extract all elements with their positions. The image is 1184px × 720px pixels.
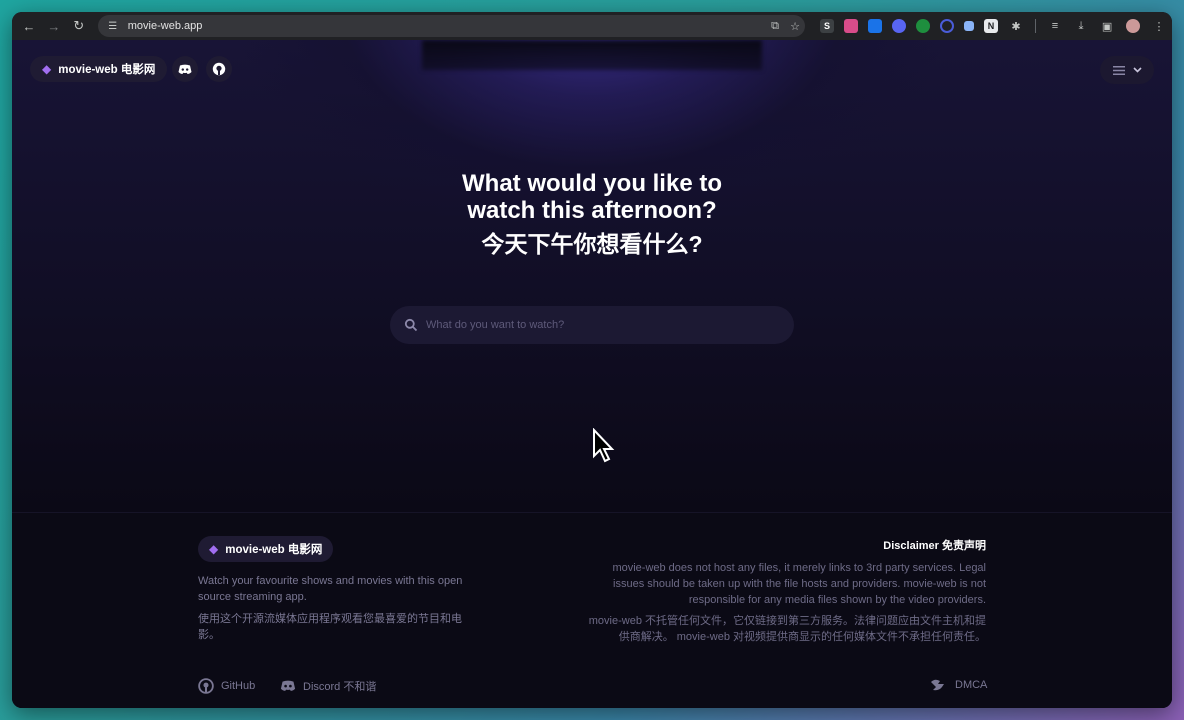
- disclaimer-zh: movie-web 不托管任何文件，它仅链接到第三方服务。法律问题应由文件主机和…: [588, 615, 986, 643]
- settings-menu-button[interactable]: [1100, 56, 1154, 84]
- footer-discord-label: Discord 不和谐: [303, 681, 377, 693]
- discord-button[interactable]: [172, 56, 198, 82]
- footer-brand-pill[interactable]: ◆ movie-web 电影网: [198, 536, 334, 562]
- extension-circle-icon[interactable]: [892, 19, 907, 33]
- toolbar-divider: [1035, 19, 1037, 33]
- disclaimer-en: movie-web does not host any files, it me…: [612, 562, 986, 606]
- back-arrow-icon: ←: [22, 18, 36, 34]
- hamburger-icon: [1112, 65, 1125, 75]
- footer: ◆ movie-web 电影网 Watch your favourite sho…: [12, 512, 1172, 708]
- mouse-cursor-icon: [593, 428, 615, 463]
- site-info-icon[interactable]: ☰: [106, 21, 120, 32]
- footer-discord-icon: [280, 680, 296, 691]
- logo-gem-icon: ◆: [42, 62, 52, 76]
- page: ◆ movie-web 电影网 What would you like to w…: [12, 40, 1172, 708]
- brand-label: movie-web 电影网: [58, 64, 156, 76]
- search-bar[interactable]: [390, 306, 794, 344]
- github-icon: [212, 62, 226, 76]
- footer-dmca-link[interactable]: DMCA: [930, 678, 987, 692]
- footer-github-label: GitHub: [221, 680, 256, 692]
- footer-github-icon: [198, 678, 214, 694]
- search-icon: [404, 318, 418, 332]
- extension-photo-icon[interactable]: [844, 19, 859, 33]
- address-url: movie-web.app: [127, 20, 203, 32]
- hero-title-zh: 今天下午你想看什么?: [481, 231, 703, 257]
- extension-green-icon[interactable]: [916, 19, 931, 33]
- side-panel-icon[interactable]: ▣: [1099, 20, 1115, 33]
- more-menu-icon[interactable]: ⋮: [1151, 20, 1167, 33]
- footer-discord-link[interactable]: Discord 不和谐: [280, 678, 376, 694]
- chevron-down-icon: [1132, 67, 1142, 73]
- footer-logo-gem-icon: ◆: [209, 542, 219, 556]
- forward-button[interactable]: →: [43, 15, 65, 37]
- extension-ring-icon[interactable]: [940, 19, 955, 33]
- footer-brand-label: movie-web 电影网: [225, 544, 323, 556]
- browser-toolbar: ← → ↻ ☰ movie-web.app ⧉ ☆ S N ✱ ≡ ⤓ ▣ ⋮: [12, 12, 1172, 40]
- reload-icon: ↻: [73, 18, 85, 33]
- hero-section: ◆ movie-web 电影网 What would you like to w…: [12, 40, 1172, 510]
- extension-badge-icon[interactable]: [964, 21, 975, 31]
- reload-button[interactable]: ↻: [68, 15, 90, 37]
- bookmark-star-icon[interactable]: ☆: [785, 20, 805, 33]
- footer-tagline-en: Watch your favourite shows and movies wi…: [198, 575, 463, 603]
- extensions-puzzle-icon[interactable]: ✱: [1008, 20, 1024, 33]
- address-bar[interactable]: ☰ movie-web.app ⧉ ☆: [97, 15, 806, 37]
- brand-logo-button[interactable]: ◆ movie-web 电影网: [30, 56, 168, 82]
- search-input[interactable]: [424, 318, 768, 332]
- dmca-icon: [931, 679, 944, 691]
- extension-s-icon[interactable]: S: [820, 19, 835, 33]
- profile-avatar[interactable]: [1126, 19, 1141, 33]
- disclaimer-title: Disclaimer 免责声明: [883, 540, 986, 552]
- hero-title-line2: watch this afternoon?: [467, 197, 717, 224]
- download-icon[interactable]: ⤓: [1073, 20, 1089, 33]
- extension-download-icon[interactable]: [868, 19, 883, 33]
- hero-title: What would you like to watch this aftern…: [392, 170, 792, 224]
- reading-list-icon[interactable]: ≡: [1047, 20, 1063, 32]
- cast-icon[interactable]: ⧉: [765, 20, 785, 33]
- footer-github-link[interactable]: GitHub: [198, 678, 255, 694]
- discord-icon: [178, 64, 192, 74]
- hero-title-line1: What would you like to: [462, 170, 722, 197]
- footer-dmca-label: DMCA: [955, 679, 988, 691]
- back-button[interactable]: ←: [18, 15, 40, 37]
- footer-tagline-zh: 使用这个开源流媒体应用程序观看您最喜爱的节目和电影。: [198, 613, 462, 641]
- extension-notion-icon[interactable]: N: [984, 19, 999, 33]
- browser-window: ← → ↻ ☰ movie-web.app ⧉ ☆ S N ✱ ≡ ⤓ ▣ ⋮: [12, 12, 1172, 708]
- hero-light-band: [422, 40, 762, 70]
- forward-arrow-icon: →: [47, 18, 61, 34]
- extensions-area: S N ✱ ≡ ⤓ ▣ ⋮: [815, 19, 1172, 33]
- github-button[interactable]: [206, 56, 232, 82]
